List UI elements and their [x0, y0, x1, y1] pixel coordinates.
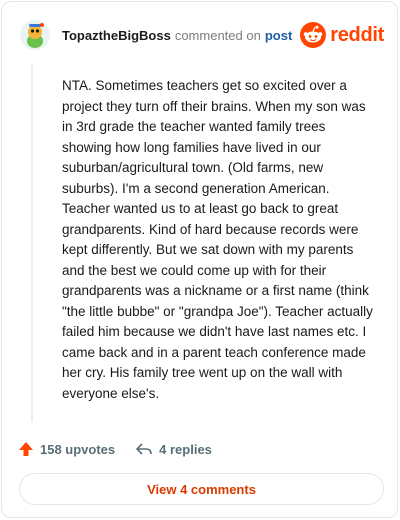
- upvote-button[interactable]: 158 upvotes: [18, 441, 115, 457]
- view-comments-button[interactable]: View 4 comments: [19, 473, 384, 505]
- comment-card: TopaztheBigBoss commented on post reddit N…: [1, 1, 398, 518]
- upvote-arrow-icon: [19, 442, 33, 456]
- reddit-wordmark: reddit: [330, 23, 384, 46]
- avatar-icon[interactable]: [20, 20, 50, 50]
- reddit-snoo-icon: [300, 22, 327, 48]
- reddit-logo[interactable]: reddit: [300, 22, 384, 48]
- username[interactable]: TopaztheBigBoss: [62, 28, 171, 43]
- comment-actions: 158 upvotes 4 replies: [18, 439, 232, 459]
- replies-button[interactable]: 4 replies: [135, 441, 212, 457]
- comment-meta: TopaztheBigBoss commented on post: [62, 28, 292, 43]
- reply-arrow-icon: [136, 443, 152, 455]
- comment-body: NTA. Sometimes teachers get so excited o…: [62, 78, 373, 401]
- comment-header: TopaztheBigBoss commented on post reddit: [16, 16, 388, 56]
- post-link[interactable]: post: [265, 28, 292, 43]
- thread-line: [31, 64, 33, 422]
- reply-count: 4 replies: [159, 441, 212, 457]
- commented-on-text: commented on: [174, 28, 261, 43]
- upvote-count: 158 upvotes: [40, 441, 116, 457]
